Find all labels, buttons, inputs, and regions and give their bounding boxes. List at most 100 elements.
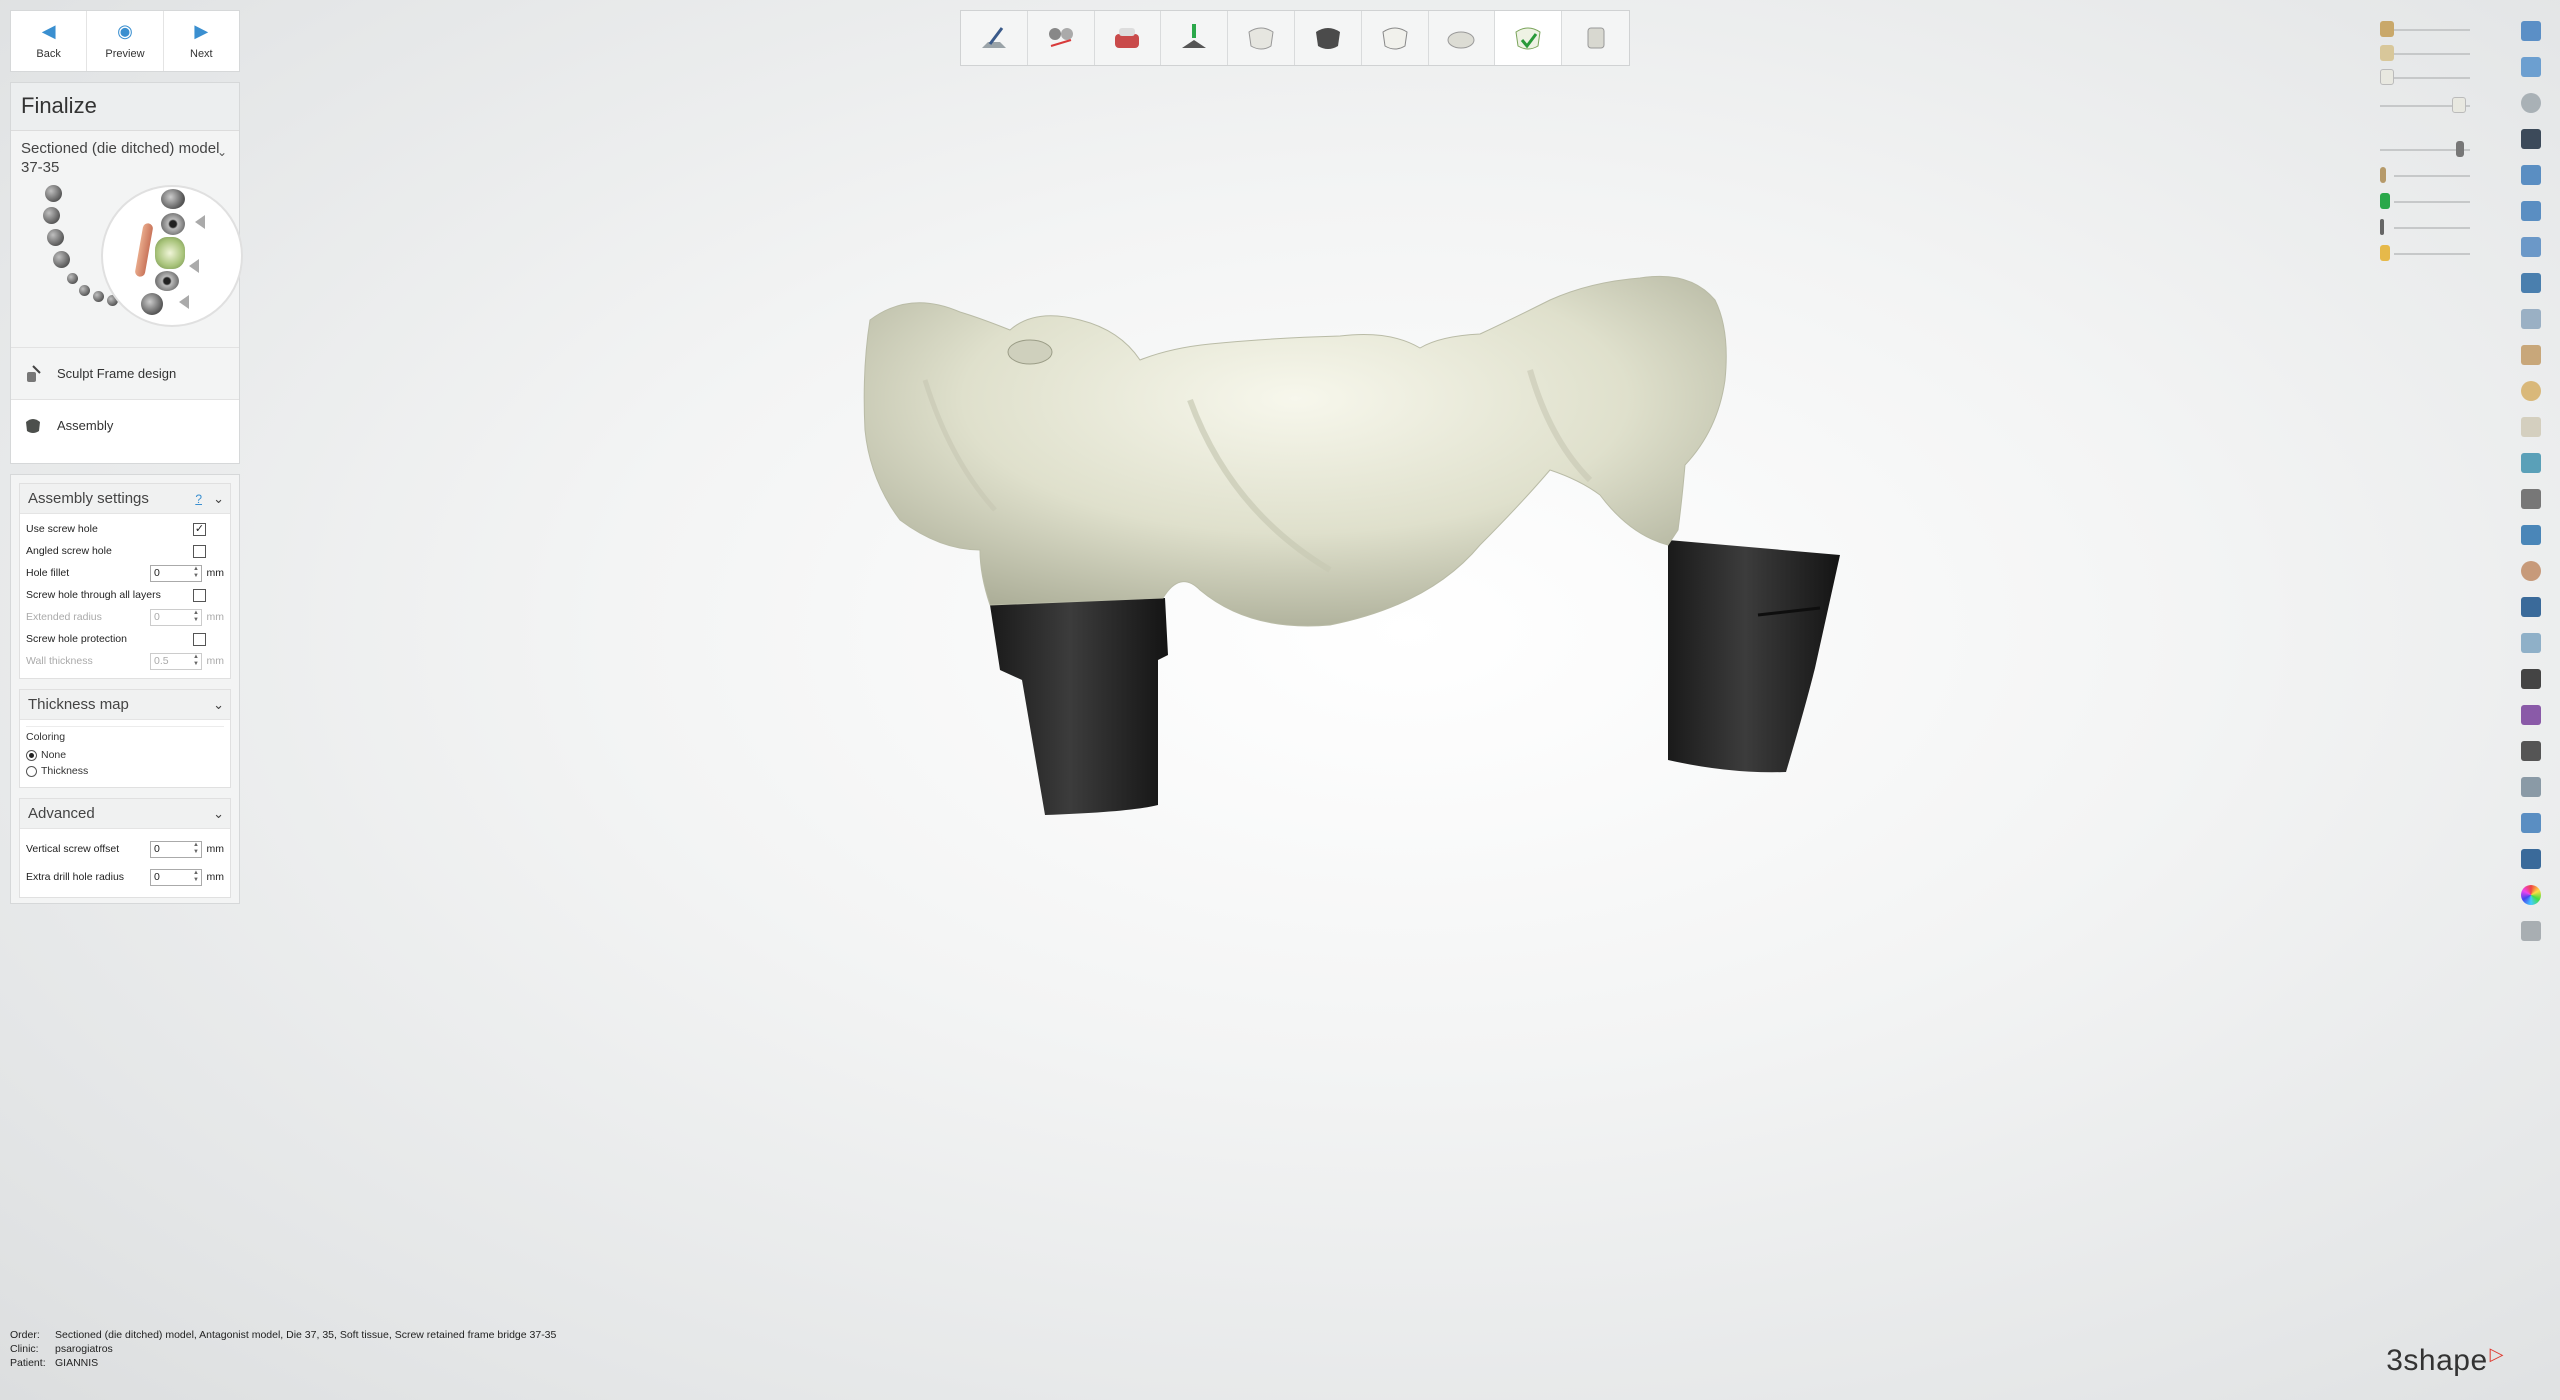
- export-button[interactable]: [2516, 628, 2546, 658]
- tooth-zoom-view[interactable]: [101, 185, 243, 327]
- cross-section-button[interactable]: [2516, 412, 2546, 442]
- model-selector[interactable]: Sectioned (die ditched) model 37-35 ⌄: [11, 131, 239, 177]
- paste-button[interactable]: [2516, 232, 2546, 262]
- ring-button[interactable]: [2516, 376, 2546, 406]
- eye-icon: ◉: [117, 21, 133, 41]
- triangle-left-icon[interactable]: [179, 295, 189, 309]
- annotate-button[interactable]: [2516, 340, 2546, 370]
- face-button[interactable]: [2516, 556, 2546, 586]
- axis-button[interactable]: [2516, 772, 2546, 802]
- bridge-frame[interactable]: [863, 275, 1727, 627]
- fullscreen-button[interactable]: [2516, 52, 2546, 82]
- antagonist-opacity-slider[interactable]: [2380, 44, 2470, 62]
- screw-hole-protection-checkbox[interactable]: [193, 632, 206, 646]
- advanced-header[interactable]: Advanced ⌄: [20, 799, 230, 829]
- warning-button[interactable]: [2516, 592, 2546, 622]
- coloring-none-option[interactable]: None: [26, 747, 224, 763]
- model-range: 37-35: [21, 159, 60, 176]
- vertical-screw-offset-stepper[interactable]: ▲ ▼: [191, 842, 201, 857]
- extra-drill-hole-radius-stepper[interactable]: ▲ ▼: [191, 870, 201, 885]
- view-button[interactable]: [2516, 268, 2546, 298]
- tooth-icon[interactable]: [67, 273, 78, 284]
- order-value: Sectioned (die ditched) model, Antagonis…: [55, 1329, 557, 1341]
- tooth-icon[interactable]: [47, 229, 64, 246]
- tooth-icon[interactable]: [93, 291, 104, 302]
- preview-button[interactable]: ◉ Preview: [87, 11, 164, 71]
- triangle-left-icon[interactable]: [189, 259, 199, 273]
- tooth-icon[interactable]: [79, 285, 90, 296]
- education-button[interactable]: [2516, 124, 2546, 154]
- camera-icon: [2521, 669, 2541, 689]
- tooth-icon[interactable]: [141, 293, 163, 315]
- radio-none[interactable]: [26, 749, 37, 761]
- model-viewport[interactable]: [830, 260, 1940, 840]
- soft-tissue-button[interactable]: [1095, 11, 1162, 65]
- selected-tooth-icon[interactable]: [155, 237, 185, 269]
- flat-crown-button[interactable]: [1429, 11, 1496, 65]
- die-icon: [1182, 24, 1207, 48]
- thickness-map-header[interactable]: Thickness map ⌄: [20, 690, 230, 720]
- purple-bottle-button[interactable]: [2516, 700, 2546, 730]
- bridge-opacity-slider[interactable]: [2380, 96, 2470, 114]
- left-abutment[interactable]: [990, 598, 1168, 815]
- box-button[interactable]: [2516, 520, 2546, 550]
- die-button[interactable]: [1161, 11, 1229, 65]
- screw-opacity-slider[interactable]: [2380, 166, 2470, 184]
- crown-outline-button[interactable]: [1362, 11, 1429, 65]
- implant-tooth-icon[interactable]: [155, 271, 179, 291]
- crown-button[interactable]: [1228, 11, 1295, 65]
- logo-triangle-icon: ▷: [2489, 1344, 2504, 1364]
- abutment-opacity-slider[interactable]: [2380, 140, 2470, 158]
- hole-fillet-stepper[interactable]: ▲ ▼: [191, 566, 201, 581]
- analog-opacity-slider[interactable]: [2380, 218, 2470, 236]
- scanbody-opacity-slider[interactable]: [2380, 192, 2470, 210]
- tooth-chart[interactable]: [11, 177, 243, 347]
- slider-track: [2394, 201, 2470, 203]
- radio-thickness[interactable]: [26, 765, 37, 777]
- ruler-button[interactable]: [2516, 484, 2546, 514]
- help-link[interactable]: ?: [195, 492, 202, 506]
- back-button[interactable]: ◀ Back: [11, 11, 88, 71]
- copy-button[interactable]: [2516, 196, 2546, 226]
- assembly-settings-header[interactable]: Assembly settings ? ⌄: [20, 484, 230, 514]
- printer-button[interactable]: [2516, 844, 2546, 874]
- cut-tool-button[interactable]: [1028, 11, 1095, 65]
- green-crown-button[interactable]: [1495, 11, 1563, 65]
- sculpt-icon: [27, 364, 41, 382]
- screw-hole-all-layers-checkbox[interactable]: [193, 588, 206, 602]
- tooth-icon[interactable]: [43, 207, 60, 224]
- model-opacity-slider[interactable]: [2380, 20, 2470, 38]
- tooth-icon[interactable]: [161, 189, 185, 209]
- gingiva-opacity-slider[interactable]: [2380, 244, 2470, 262]
- workflow-sculpt-frame[interactable]: Sculpt Frame design: [11, 347, 239, 399]
- next-button[interactable]: ▶ Next: [164, 11, 239, 71]
- camera-button[interactable]: [2516, 664, 2546, 694]
- tooth-icon[interactable]: [53, 251, 70, 268]
- crown-opacity-slider[interactable]: [2380, 68, 2470, 86]
- chevron-down-icon: ⌄: [213, 490, 224, 506]
- layers-button[interactable]: [2516, 160, 2546, 190]
- case-info: Order: Sectioned (die ditched) model, Ant…: [10, 1328, 556, 1370]
- triangle-left-icon[interactable]: [195, 215, 205, 229]
- coloring-thickness-option[interactable]: Thickness: [26, 763, 224, 779]
- implant-tooth-icon[interactable]: [161, 213, 185, 235]
- color-wheel-icon: [2521, 885, 2541, 905]
- dark-crown-button[interactable]: [1295, 11, 1362, 65]
- scale-button[interactable]: [2516, 808, 2546, 838]
- workflow-assembly[interactable]: Assembly: [11, 399, 239, 451]
- scan-tool-button[interactable]: [961, 11, 1028, 65]
- rotate-button[interactable]: [2516, 88, 2546, 118]
- tooth-icon[interactable]: [45, 185, 62, 202]
- shield-button[interactable]: [2516, 736, 2546, 766]
- angled-screw-hole-checkbox[interactable]: [193, 544, 206, 558]
- cylinder-button[interactable]: [1562, 11, 1629, 65]
- face-icon: [2521, 561, 2541, 581]
- measure-button[interactable]: [2516, 304, 2546, 334]
- close-button[interactable]: [2516, 16, 2546, 46]
- right-abutment[interactable]: [1668, 540, 1840, 773]
- use-screw-hole-checkbox[interactable]: ✓: [193, 522, 206, 536]
- a2-shade-button[interactable]: [2516, 916, 2546, 946]
- color-wheel-button[interactable]: [2516, 880, 2546, 910]
- crown-outline-icon: [1382, 27, 1408, 50]
- angle-button[interactable]: [2516, 448, 2546, 478]
